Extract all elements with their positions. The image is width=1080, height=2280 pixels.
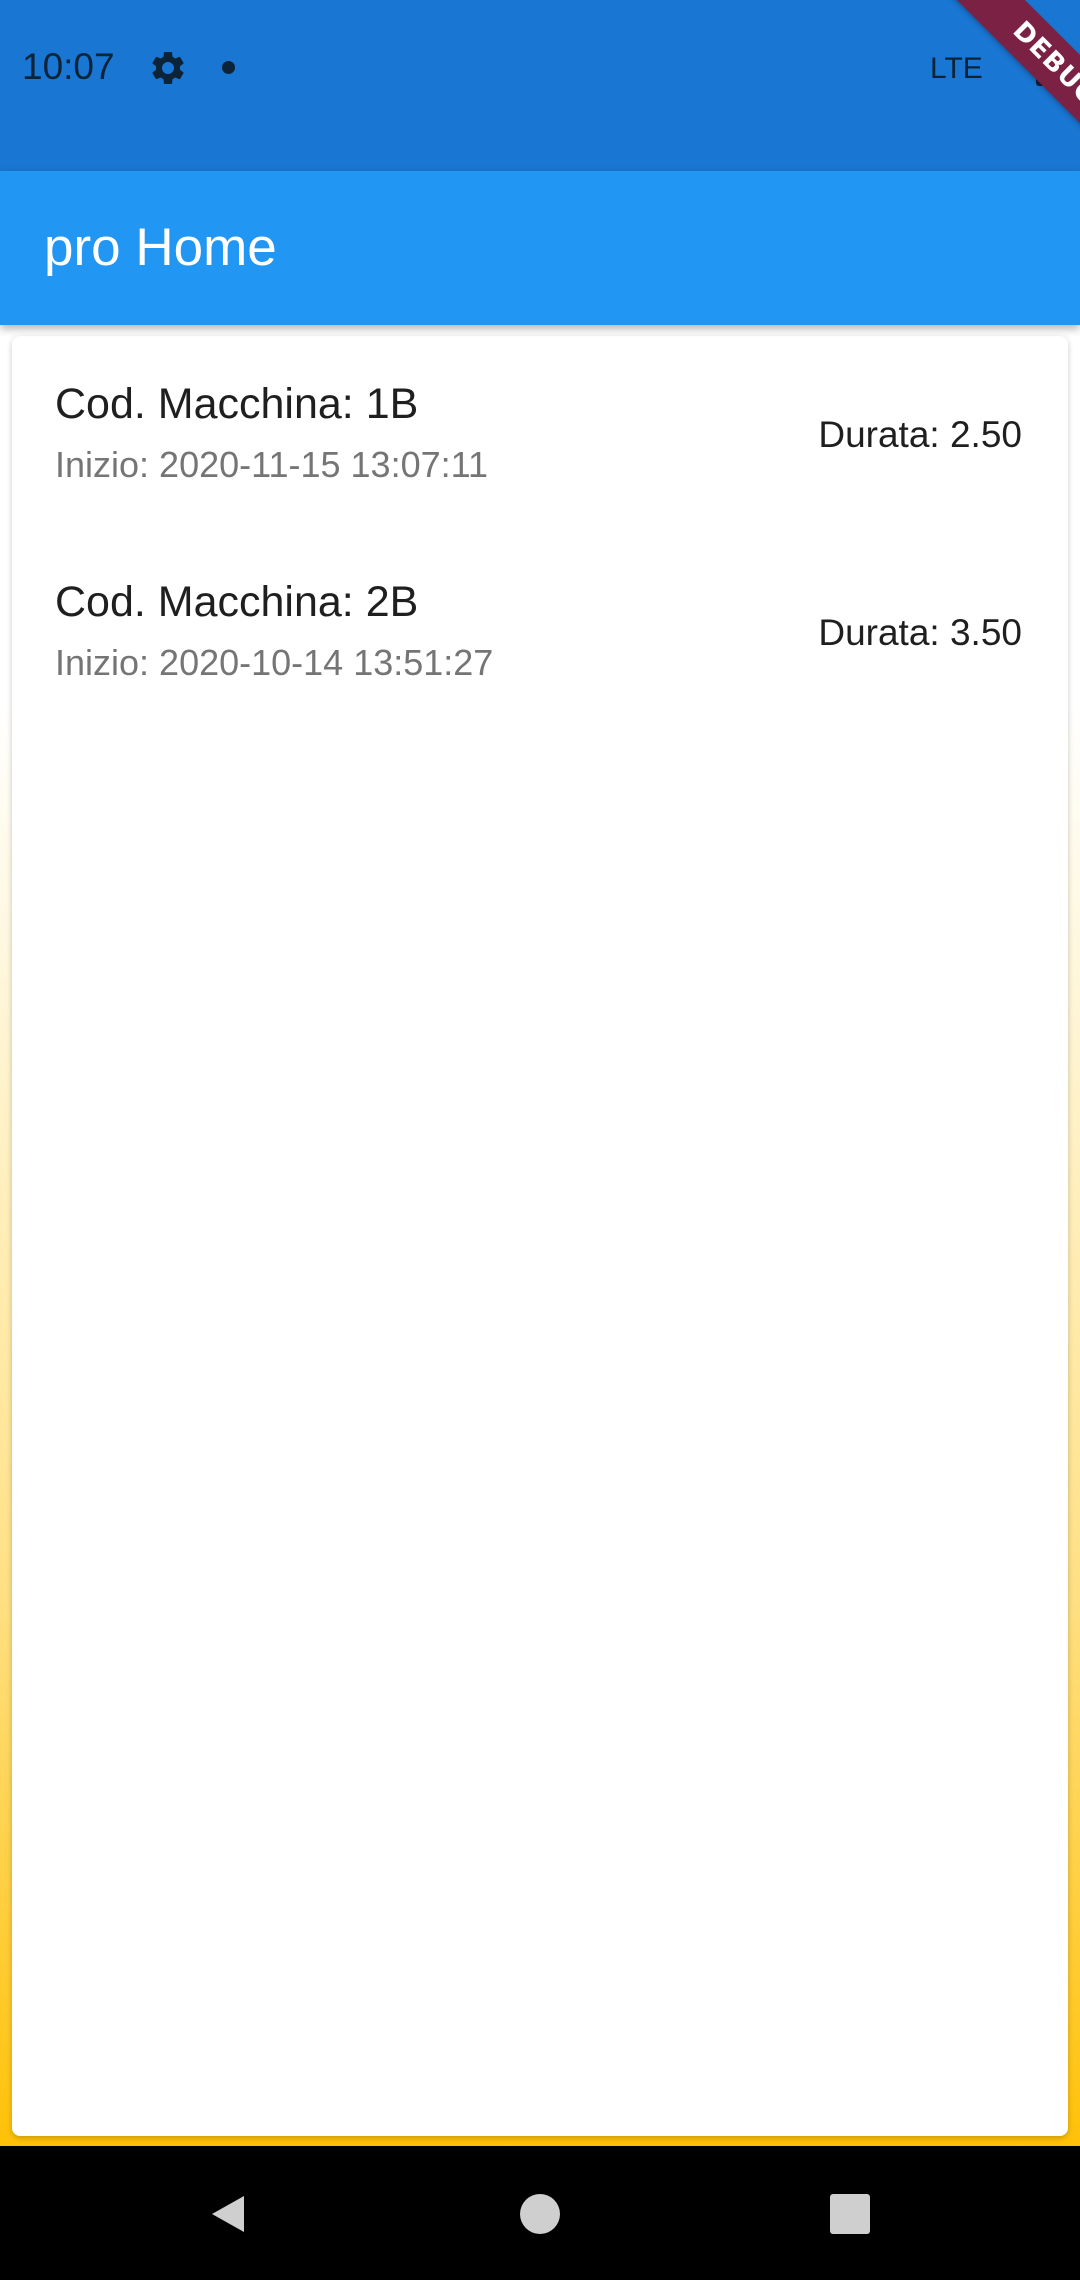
home-icon[interactable]: [516, 2190, 564, 2238]
recents-icon[interactable]: [826, 2190, 874, 2238]
start-time: Inizio: 2020-11-15 13:07:11: [55, 444, 488, 485]
back-icon[interactable]: [204, 2190, 252, 2238]
screen: 10:07 LTE DEBUG pro Home Cod. Macchina: …: [0, 0, 1080, 2280]
status-bar: 10:07 LTE: [0, 0, 1080, 171]
machine-code: Cod. Macchina: 1B: [55, 380, 419, 428]
list-card: Cod. Macchina: 1B Inizio: 2020-11-15 13:…: [12, 336, 1068, 2136]
duration: Durata: 3.50: [818, 612, 1022, 653]
network-type: LTE: [930, 52, 983, 85]
app-bar: pro Home: [0, 171, 1080, 325]
list-item[interactable]: Cod. Macchina: 2B Inizio: 2020-10-14 13:…: [12, 534, 1068, 732]
navigation-bar: [0, 2146, 1080, 2280]
notification-dot-icon: [222, 61, 235, 74]
list-item[interactable]: Cod. Macchina: 1B Inizio: 2020-11-15 13:…: [12, 336, 1068, 534]
status-time: 10:07: [22, 46, 115, 87]
duration: Durata: 2.50: [818, 414, 1022, 455]
start-time: Inizio: 2020-10-14 13:51:27: [55, 642, 494, 683]
gear-icon: [152, 51, 184, 84]
machine-code: Cod. Macchina: 2B: [55, 578, 419, 626]
page-title: pro Home: [44, 218, 277, 277]
